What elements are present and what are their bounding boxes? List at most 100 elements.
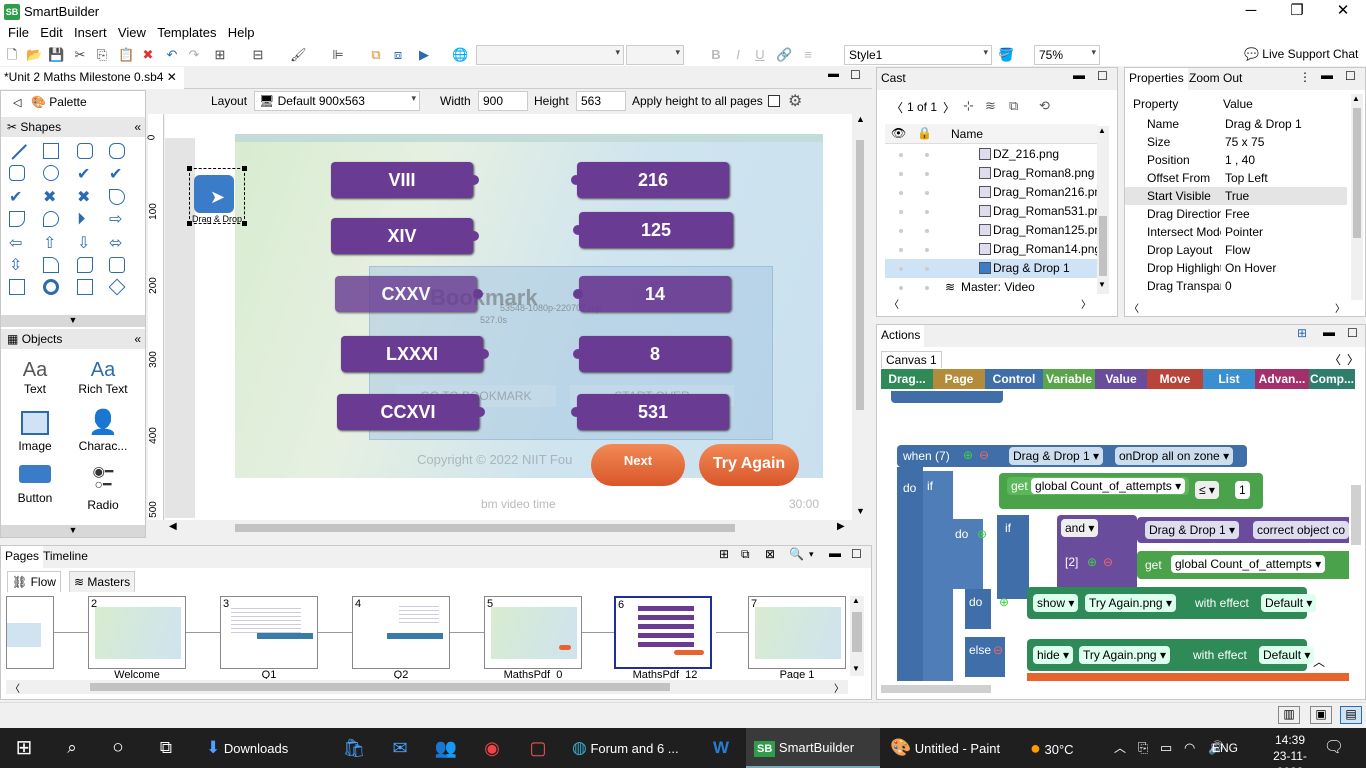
plus-shape[interactable] <box>109 257 125 273</box>
store-icon[interactable]: 🛍 <box>342 728 366 768</box>
menu-edit[interactable]: Edit <box>32 24 62 40</box>
arrow-lr-shape-icon[interactable]: ⬄ <box>109 233 122 253</box>
scroll-up-icon[interactable]: ▲ <box>1352 94 1360 103</box>
group-icon[interactable]: ⧉ <box>368 47 384 63</box>
underline-icon[interactable]: U <box>752 47 768 63</box>
scroll-left-icon[interactable]: 〈 <box>10 680 20 695</box>
teams-icon[interactable]: 👥 <box>434 728 458 768</box>
actions-vscroll-thumb[interactable] <box>1351 485 1361 545</box>
donut-shape[interactable] <box>43 279 59 295</box>
font-size-combo[interactable]: ▾ <box>626 45 684 65</box>
roman-tile[interactable]: CCXVI <box>337 394 479 430</box>
new-file-icon[interactable]: 🗋 <box>4 47 20 63</box>
objects-scroll-down[interactable]: ▼ <box>1 525 145 537</box>
office-icon[interactable]: ▢ <box>526 728 550 768</box>
arrow-down-shape-icon[interactable]: ⇩ <box>77 233 90 253</box>
shapes-section-header[interactable]: ✂ Shapes « <box>1 117 145 137</box>
try-again-button[interactable]: Try Again <box>699 444 799 486</box>
number-input[interactable]: 1 <box>1235 481 1250 499</box>
rounded-rect2-shape[interactable] <box>109 143 125 159</box>
page-thumbnail[interactable]: 3 <box>220 596 318 669</box>
properties-tab[interactable]: Properties <box>1125 68 1188 90</box>
scroll-up-icon[interactable]: ▲ <box>852 596 860 605</box>
cross2-shape-icon[interactable]: ✖ <box>77 187 90 207</box>
add-action-icon[interactable]: ⊞ <box>1297 326 1307 340</box>
masters-tab[interactable]: ≋ Masters <box>69 571 136 592</box>
property-value[interactable]: On Hover <box>1225 259 1276 277</box>
category-value[interactable]: Value <box>1095 369 1147 389</box>
chevron-up-icon[interactable]: ︿ <box>1114 728 1130 768</box>
save-icon[interactable]: 💾 <box>48 47 64 63</box>
object-character[interactable]: 👤 Charac... <box>75 409 131 453</box>
cast-vscroll[interactable]: ▲ ▼ <box>1097 126 1109 294</box>
lock-icon[interactable]: 🔒 <box>917 126 932 140</box>
maximize-properties-icon[interactable]: ☐ <box>1345 69 1356 83</box>
object-text[interactable]: Aa Text <box>15 359 55 396</box>
compare-block[interactable]: get global Count_of_attempts ▾ ≤ ▾ 1 <box>999 473 1263 509</box>
minimize-cast-icon[interactable]: ▬ <box>1073 68 1085 82</box>
delete-icon[interactable]: ✖ <box>140 47 156 63</box>
taskbar-edge[interactable]: ◍ Forum and 6 ... <box>566 728 696 768</box>
bring-forward-icon[interactable]: ⊹ <box>963 98 974 114</box>
property-value[interactable]: 0 <box>1225 277 1232 295</box>
search-icon[interactable]: ⌕ <box>60 728 84 768</box>
pages-hscroll[interactable]: 〈〉 <box>6 680 848 695</box>
blocks-workspace[interactable]: when (7) ⊕ ⊖ Drag & Drop 1 ▾ onDrop all … <box>881 391 1349 681</box>
checkmark-shape-icon[interactable]: ✔ <box>9 187 22 207</box>
scroll-left-icon[interactable]: ◀ <box>169 521 177 532</box>
menu-view[interactable]: View <box>110 24 146 40</box>
number-tile[interactable]: 531 <box>577 394 729 430</box>
duplicate-page-icon[interactable]: ⧉ <box>741 547 750 562</box>
property-value[interactable]: Drag & Drop 1 <box>1225 115 1302 133</box>
visibility-dot[interactable] <box>899 191 903 195</box>
image-selector[interactable]: Try Again.png ▾ <box>1085 594 1176 612</box>
scroll-up-icon[interactable]: ▲ <box>1098 126 1106 135</box>
collapse-icon[interactable]: « <box>134 120 141 134</box>
object-image[interactable]: Image <box>15 411 55 453</box>
lock-dot[interactable] <box>925 229 929 233</box>
add-icon[interactable]: ⊕ <box>999 595 1009 609</box>
windows-start-icon[interactable]: ⊞ <box>12 728 36 768</box>
menu-help[interactable]: Help <box>220 24 255 40</box>
pages-vscroll[interactable]: ▲ ▼ <box>850 596 864 676</box>
menu-file[interactable]: File <box>0 24 29 40</box>
layers-icon[interactable]: ≋ <box>985 98 996 114</box>
correct-object-block[interactable]: Drag & Drop 1 ▾ correct object co <box>1137 517 1349 543</box>
scroll-left-icon[interactable]: 〈 <box>1129 300 1139 315</box>
search-icon[interactable]: 🔍 <box>789 547 804 561</box>
cast-hscroll[interactable]: 〈〉 <box>885 296 1097 311</box>
cast-row[interactable]: ≋ Master: Video <box>885 278 1097 296</box>
number-tile[interactable]: 216 <box>577 162 729 198</box>
maximize-cast-icon[interactable]: ☐ <box>1097 69 1108 83</box>
canvas-1-tab[interactable]: Canvas 1 <box>881 351 942 368</box>
cast-row[interactable]: Drag_Roman216.pn <box>885 183 1097 202</box>
web-preview-icon[interactable]: 🌐 <box>452 47 468 63</box>
object-radio[interactable]: ◉━ ○━ Radio <box>75 464 131 512</box>
cut-icon[interactable]: ✂ <box>72 47 88 63</box>
visibility-dot[interactable] <box>899 286 903 290</box>
properties-vscroll[interactable]: ▲ <box>1351 94 1363 300</box>
maximize-panel-icon[interactable]: ☐ <box>850 68 861 82</box>
page-thumbnail[interactable]: 2 <box>88 596 186 669</box>
visibility-dot[interactable] <box>899 248 903 252</box>
property-value[interactable]: 75 x 75 <box>1225 133 1264 151</box>
get-block[interactable]: get global Count_of_attempts ▾ <box>1007 477 1190 495</box>
resize-handle[interactable] <box>242 166 247 171</box>
roman-tile[interactable]: VIII <box>331 162 473 198</box>
and-block[interactable]: and ▾ [2] ⊕ ⊖ <box>1057 515 1137 593</box>
scroll-up-icon[interactable]: ▲ <box>856 114 865 124</box>
add-page-icon[interactable]: ⊞ <box>719 547 729 561</box>
resize-handle[interactable] <box>187 166 192 171</box>
variable-selector[interactable]: global Count_of_attempts ▾ <box>1171 555 1326 573</box>
scroll-right-icon[interactable]: 〉 <box>1335 300 1345 315</box>
link-icon[interactable]: 🔗 <box>776 47 792 63</box>
settings-gear-icon[interactable]: ⚙ <box>788 91 802 111</box>
height-input[interactable]: 563 <box>576 91 626 111</box>
paste-icon[interactable]: 📋 <box>118 47 134 63</box>
number-tile[interactable]: 125 <box>579 212 733 248</box>
lock-dot[interactable] <box>925 191 929 195</box>
apply-height-checkbox[interactable] <box>768 95 780 107</box>
visibility-dot[interactable] <box>899 172 903 176</box>
property-value[interactable]: Pointer <box>1225 223 1263 241</box>
minimize-icon[interactable]: ─ <box>1228 0 1274 24</box>
